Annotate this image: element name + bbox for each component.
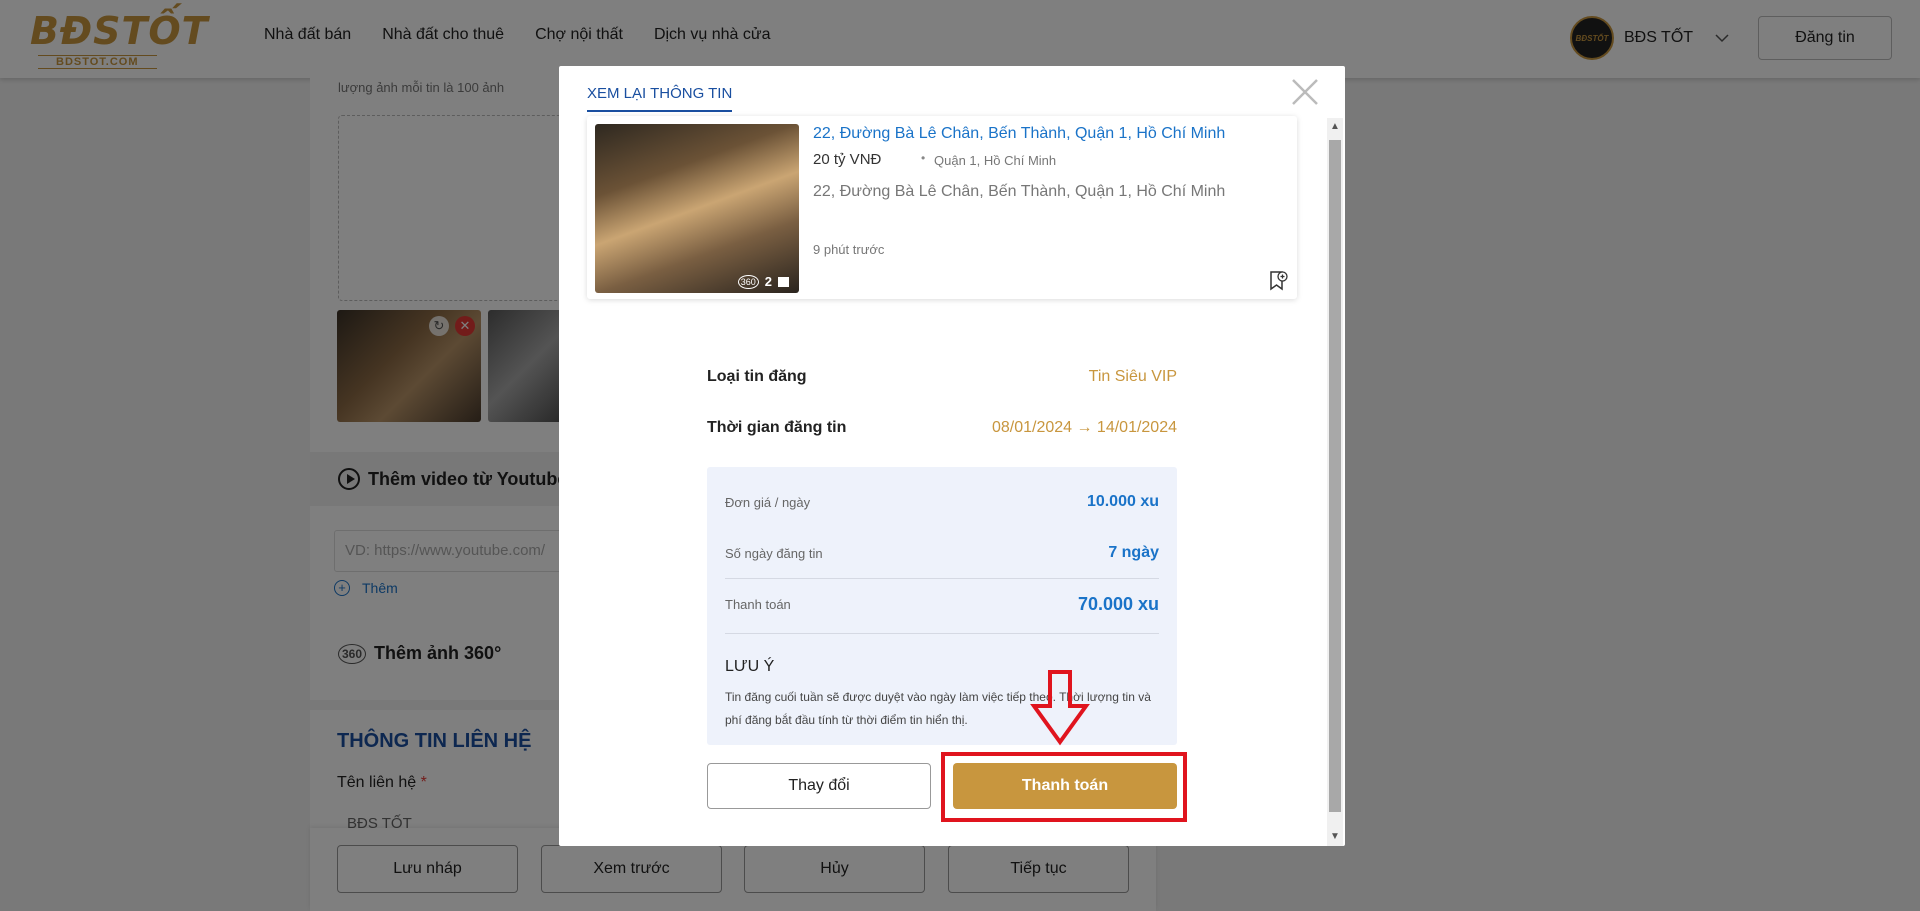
days-row: Số ngày đăng tin 7 ngày bbox=[725, 544, 1159, 562]
listing-time: 9 phút trước bbox=[813, 242, 885, 257]
change-button[interactable]: Thay đổi bbox=[707, 763, 931, 809]
total-value: 70.000 xu bbox=[1077, 594, 1159, 614]
price-summary-box: Đơn giá / ngày 10.000 xu Số ngày đăng ti… bbox=[707, 467, 1177, 745]
listing-address: 22, Đường Bà Lê Chân, Bến Thành, Quận 1,… bbox=[813, 183, 1226, 200]
photo-badge: 360 2 bbox=[737, 274, 789, 289]
scroll-up-icon[interactable]: ▲ bbox=[1327, 118, 1343, 136]
tab-review-info[interactable]: XEM LẠI THÔNG TIN bbox=[587, 85, 733, 112]
panorama-360-icon: 360 bbox=[737, 274, 759, 289]
unit-price-row: Đơn giá / ngày 10.000 xu bbox=[725, 493, 1159, 511]
days-value: 7 ngày bbox=[1108, 544, 1159, 561]
listing-price: 20 tỷ VNĐ bbox=[813, 151, 882, 168]
post-time-value: 08/01/2024 → 14/01/2024 bbox=[991, 419, 1177, 436]
modal-scrollbar[interactable]: ▲ ▼ bbox=[1327, 118, 1343, 846]
arrow-down-icon bbox=[1030, 670, 1090, 746]
note-text: Tin đăng cuối tuần sẽ được duyệt vào ngà… bbox=[725, 690, 1151, 727]
divider bbox=[725, 633, 1159, 634]
scroll-down-icon[interactable]: ▼ bbox=[1327, 828, 1343, 846]
close-icon[interactable] bbox=[1289, 76, 1321, 108]
total-row: Thanh toán 70.000 xu bbox=[725, 594, 1159, 615]
listing-preview-card[interactable]: 360 2 22, Đường Bà Lê Chân, Bến Thành, Q… bbox=[587, 116, 1297, 299]
post-type-value: Tin Siêu VIP bbox=[1088, 368, 1177, 385]
listing-location: Quận 1, Hồ Chí Minh bbox=[934, 153, 1057, 168]
divider bbox=[725, 578, 1159, 579]
separator-dot: • bbox=[921, 151, 926, 165]
image-icon bbox=[778, 276, 789, 287]
highlight-box bbox=[941, 752, 1187, 822]
scrollbar-thumb[interactable] bbox=[1329, 140, 1341, 812]
photo-count: 2 bbox=[764, 274, 772, 289]
post-time-label: Thời gian đăng tin bbox=[707, 419, 847, 436]
unit-price-label: Đơn giá / ngày bbox=[725, 494, 811, 510]
listing-title[interactable]: 22, Đường Bà Lê Chân, Bến Thành, Quận 1,… bbox=[813, 125, 1225, 143]
post-type-row: Loại tin đăng Tin Siêu VIP bbox=[707, 368, 1177, 386]
note-title: LƯU Ý bbox=[725, 658, 775, 675]
total-label: Thanh toán bbox=[725, 597, 791, 612]
listing-photo: 360 2 bbox=[595, 124, 799, 293]
unit-price-value: 10.000 xu bbox=[1086, 493, 1159, 510]
post-type-label: Loại tin đăng bbox=[707, 368, 807, 385]
bookmark-icon[interactable] bbox=[1267, 270, 1289, 292]
days-label: Số ngày đăng tin bbox=[725, 545, 823, 561]
post-time-row: Thời gian đăng tin 08/01/2024 → 14/01/20… bbox=[707, 419, 1177, 437]
review-modal: XEM LẠI THÔNG TIN ▲ ▼ 360 2 22, Đường Bà… bbox=[559, 66, 1345, 846]
